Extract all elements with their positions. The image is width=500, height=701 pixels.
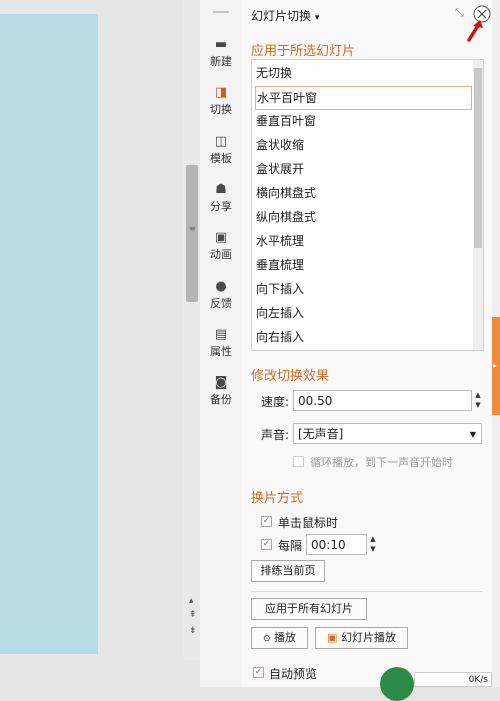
list-item[interactable]: 纵向棋盘式	[255, 206, 470, 228]
slide-preview[interactable]	[0, 14, 98, 654]
tab-new-label: 新建	[210, 55, 232, 68]
every-checkbox[interactable]: ✓	[261, 539, 272, 550]
panel-title: 幻灯片切换	[251, 9, 312, 23]
speed-ball-icon[interactable]	[380, 667, 414, 701]
network-speed-widget: 0K/s	[414, 672, 492, 687]
animation-icon: ▣	[214, 230, 228, 245]
backup-icon: ◙	[214, 375, 228, 390]
tab-transition-label: 切换	[210, 103, 232, 116]
list-item[interactable]: 向下插入	[255, 278, 470, 300]
list-item[interactable]: 无切换	[255, 62, 470, 84]
tab-properties-label: 属性	[210, 345, 232, 358]
list-item[interactable]: 垂直梳理	[255, 254, 470, 276]
close-icon[interactable]	[464, 2, 494, 48]
tab-template-label: 模板	[210, 152, 232, 165]
template-icon: ◫	[214, 134, 228, 149]
list-item[interactable]: 垂直百叶窗	[255, 110, 470, 132]
loop-checkbox[interactable]	[293, 456, 304, 467]
scroll-up-icon[interactable]: ▴	[189, 597, 194, 606]
modify-section-title: 修改切换效果	[251, 369, 330, 384]
new-doc-icon: ▬	[214, 37, 228, 52]
divider	[251, 591, 483, 592]
panel-title-dropdown[interactable]: 幻灯片切换 ▾	[251, 7, 319, 24]
sound-select[interactable]: [无声音] ▼	[293, 423, 482, 444]
slideshow-icon: ▣	[327, 631, 338, 644]
tab-feedback-label: 反馈	[210, 297, 232, 310]
list-scrollbar-thumb[interactable]	[474, 68, 482, 248]
prev-page-icon[interactable]: ⇞	[189, 611, 197, 620]
feedback-icon: ●	[215, 279, 227, 294]
network-speed-value: 0K/s	[468, 675, 488, 685]
on-click-label: 单击鼠标时	[278, 516, 339, 530]
speed-stepper[interactable]: ▲ ▼	[473, 390, 483, 411]
loop-label: 循环播放，到下一声音开始时	[310, 456, 453, 469]
canvas-scrollbar[interactable]	[183, 0, 200, 660]
next-page-icon[interactable]: ⇟	[189, 627, 197, 636]
list-item[interactable]: 向左插入	[255, 302, 470, 324]
play-button[interactable]: ⊙ 播放	[251, 627, 308, 649]
tab-animation-label: 动画	[210, 248, 232, 261]
tab-share-label: 分享	[210, 200, 232, 213]
chevron-down-icon: ▾	[314, 13, 320, 23]
every-label: 每隔	[278, 539, 303, 553]
rehearse-button[interactable]: 排练当前页	[251, 560, 325, 582]
autopreview-label: 自动预览	[269, 667, 318, 681]
tab-animation[interactable]: ▣ 动画	[200, 231, 242, 262]
slideshow-button[interactable]: ▣ 幻灯片播放	[315, 627, 408, 649]
every-time-stepper[interactable]: ▲ ▼	[368, 534, 378, 555]
tab-new[interactable]: ▬ 新建	[200, 38, 242, 69]
properties-icon: ▤	[214, 327, 228, 342]
tab-transition[interactable]: ◨ 切换	[200, 86, 242, 117]
chevron-down-icon: ▼	[469, 430, 476, 439]
canvas-scrollbar-thumb[interactable]: ≡	[186, 165, 198, 302]
restore-icon[interactable]: ⤡	[455, 6, 464, 20]
transition-icon: ◨	[214, 85, 228, 100]
tab-backup[interactable]: ◙ 备份	[200, 376, 242, 407]
on-click-checkbox[interactable]: ✓	[261, 516, 272, 527]
list-item[interactable]: 盒状展开	[255, 158, 470, 180]
tab-properties[interactable]: ▤ 属性	[200, 328, 242, 359]
share-icon: ☗	[215, 182, 227, 197]
apply-all-button[interactable]: 应用于所有幻灯片	[251, 598, 367, 620]
every-time-input[interactable]: 00:10	[306, 534, 367, 555]
strip-handle	[213, 11, 229, 13]
switch-section-title: 换片方式	[251, 491, 304, 506]
list-item[interactable]: 水平梳理	[255, 230, 470, 252]
tab-backup-label: 备份	[210, 393, 232, 406]
transition-list[interactable]: 无切换 水平百叶窗 垂直百叶窗 盒状收缩 盒状展开 横向棋盘式 纵向棋盘式 水平…	[251, 59, 484, 351]
tab-share[interactable]: ☗ 分享	[200, 183, 242, 214]
sound-select-value: [无声音]	[298, 427, 344, 441]
list-item-selected[interactable]: 水平百叶窗	[255, 86, 472, 110]
list-item[interactable]: 向右插入	[255, 326, 470, 348]
autopreview-checkbox[interactable]: ✓	[253, 667, 264, 678]
tab-feedback[interactable]: ● 反馈	[200, 280, 242, 311]
speed-input[interactable]: 00.50	[293, 390, 472, 411]
list-item[interactable]: 盒状收缩	[255, 134, 470, 156]
speed-label: 速度:	[261, 395, 290, 409]
collapse-arrow-icon: ▸	[493, 361, 498, 370]
play-button-label: 播放	[274, 631, 297, 644]
sound-label: 声音:	[261, 428, 290, 442]
collapse-panel-handle[interactable]: ▸	[492, 317, 500, 415]
play-icon: ⊙	[262, 634, 271, 644]
tab-template[interactable]: ◫ 模板	[200, 135, 242, 166]
slideshow-button-label: 幻灯片播放	[340, 631, 396, 644]
apply-section-title: 应用于所选幻灯片	[251, 44, 356, 59]
list-item[interactable]: 横向棋盘式	[255, 182, 470, 204]
